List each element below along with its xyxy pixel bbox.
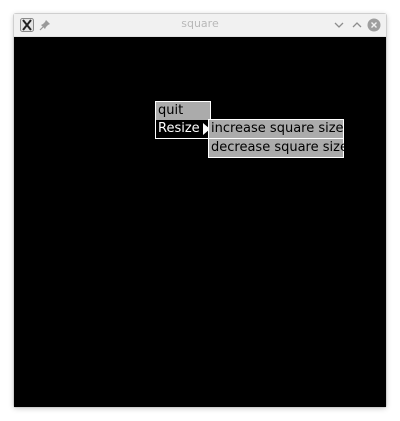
title-bar[interactable]: square bbox=[14, 14, 386, 37]
menu-item-label: quit bbox=[158, 103, 184, 118]
menu-item-decrease-square-size[interactable]: decrease square size bbox=[209, 139, 348, 157]
menu-item-resize[interactable]: Resize bbox=[156, 120, 210, 138]
menu-item-quit[interactable]: quit bbox=[156, 102, 210, 120]
menu-item-label: increase square size bbox=[211, 121, 344, 136]
chevron-down-icon[interactable] bbox=[332, 18, 346, 32]
chevron-up-icon[interactable] bbox=[350, 18, 364, 32]
resize-submenu: increase square size decrease square siz… bbox=[208, 119, 348, 158]
popup-menu: quit Resize bbox=[155, 101, 211, 139]
menu-item-label: Resize bbox=[158, 121, 200, 136]
application-window: square quit Resize increase square size bbox=[14, 14, 386, 407]
window-title: square bbox=[181, 17, 219, 30]
menu-item-label: decrease square size bbox=[211, 140, 348, 155]
close-icon[interactable] bbox=[367, 18, 381, 32]
menu-item-increase-square-size[interactable]: increase square size bbox=[209, 120, 344, 138]
drawing-canvas[interactable]: quit Resize increase square size decreas… bbox=[14, 37, 386, 407]
